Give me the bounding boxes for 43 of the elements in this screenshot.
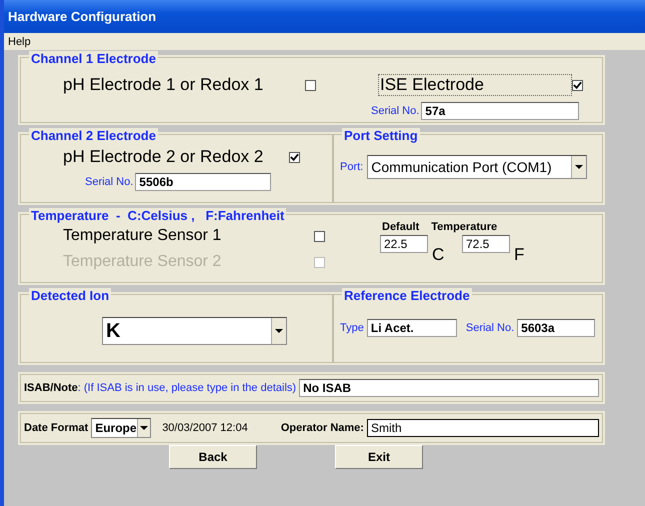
- unit-label: F: [514, 245, 526, 265]
- date-time: 30/03/2007 12:04: [162, 422, 248, 434]
- checkbox[interactable]: [289, 152, 300, 162]
- input-field[interactable]: 72.5: [462, 235, 510, 253]
- group-title: Channel 2 Electrode: [29, 128, 158, 143]
- window-title: Hardware Configuration: [8, 9, 156, 24]
- input-field[interactable]: Li Acet.: [366, 319, 457, 337]
- checkbox[interactable]: [305, 80, 316, 90]
- checkbox[interactable]: [314, 230, 325, 242]
- checkbox-label: pH Electrode 1 or Redox 1: [63, 75, 264, 95]
- port-dropdown[interactable]: Communication Port (COM1): [367, 155, 588, 179]
- column-label: Temperature: [431, 221, 498, 233]
- date-format-dropdown[interactable]: Europe: [91, 418, 152, 438]
- checkbox-label: ISE Electrode: [378, 74, 572, 96]
- note-label: ISAB/Note: (If ISAB is in use, please type in the details): [24, 382, 296, 394]
- checkbox-label: pH Electrode 2 or Redox 2: [63, 147, 264, 167]
- field-label: Serial No.: [371, 105, 420, 117]
- field-label: Operator Name:: [280, 422, 364, 434]
- input-field[interactable]: 22.5: [380, 235, 428, 253]
- input-field[interactable]: 57a: [421, 102, 580, 120]
- action-button[interactable]: Back: [169, 445, 257, 469]
- field-label: Date Format: [24, 422, 88, 434]
- field-label: Serial No.: [466, 322, 514, 334]
- group-title: Detected Ion: [29, 288, 112, 303]
- checkbox[interactable]: [572, 80, 583, 90]
- unit-label: C: [432, 245, 446, 265]
- group-title: Reference Electrode: [342, 288, 472, 303]
- checkbox-label: Temperature Sensor 2: [63, 253, 222, 271]
- menu-item[interactable]: Help: [8, 36, 31, 48]
- action-button[interactable]: Exit: [335, 445, 423, 469]
- checkbox-label: Temperature Sensor 1: [63, 227, 222, 245]
- field-label: Serial No.: [85, 176, 134, 188]
- field-label: Port:: [340, 161, 364, 173]
- group-title: Temperature - C:Celsius , F:Fahrenheit: [29, 208, 286, 223]
- input-field[interactable]: 5506b: [135, 173, 272, 191]
- field-label: Type: [340, 322, 364, 334]
- column-label: Default: [382, 221, 420, 233]
- group-title: Channel 1 Electrode: [29, 51, 158, 66]
- input-field[interactable]: No ISAB: [299, 379, 599, 397]
- group-title: Port Setting: [342, 128, 420, 143]
- ion-dropdown[interactable]: K: [102, 317, 287, 345]
- input-field[interactable]: 5603a: [517, 319, 596, 337]
- input-field[interactable]: Smith: [366, 419, 599, 437]
